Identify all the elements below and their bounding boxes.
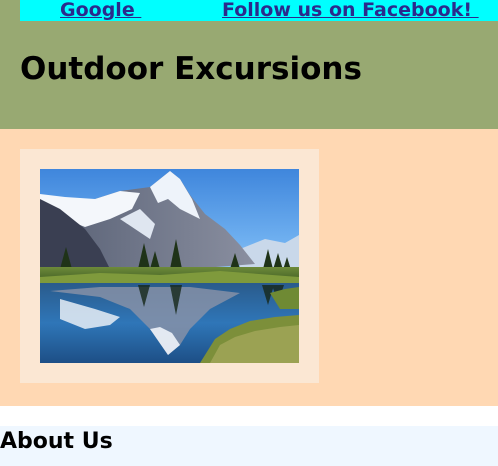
photo-frame bbox=[20, 149, 319, 383]
mountain-lake-photo bbox=[40, 169, 299, 363]
top-link-bar: Google Follow us on Facebook! bbox=[20, 0, 498, 21]
site-header: Outdoor Excursions bbox=[0, 21, 498, 129]
about-section: About Us bbox=[0, 426, 498, 466]
page: Google Follow us on Facebook! Outdoor Ex… bbox=[0, 0, 498, 466]
facebook-link[interactable]: Follow us on Facebook! bbox=[222, 0, 479, 21]
page-title: Outdoor Excursions bbox=[20, 51, 362, 87]
google-link[interactable]: Google bbox=[60, 0, 141, 21]
hero-section bbox=[0, 129, 498, 406]
about-heading: About Us bbox=[0, 429, 113, 454]
header-edge bbox=[0, 0, 20, 21]
